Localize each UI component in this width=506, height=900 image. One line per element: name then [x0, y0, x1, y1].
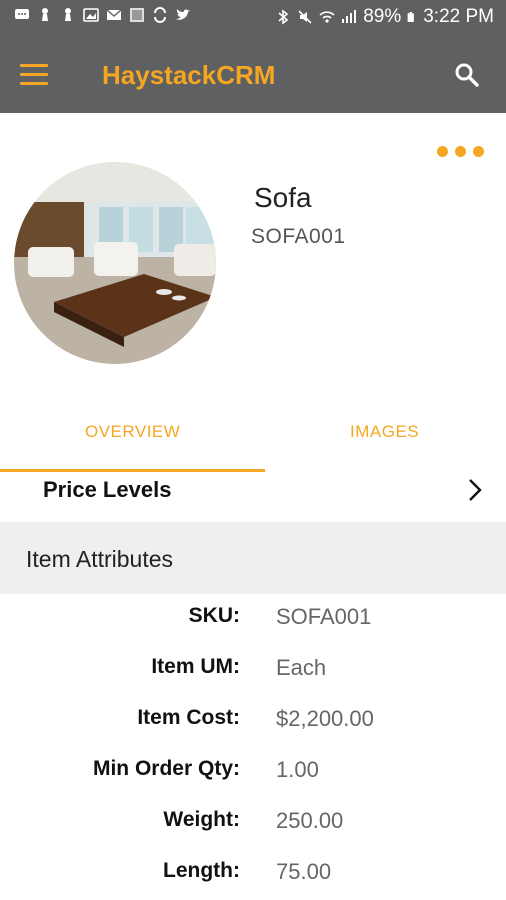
attribute-value: SOFA001 — [276, 604, 372, 629]
hamburger-menu-icon[interactable] — [20, 64, 48, 86]
pawn-icon — [65, 8, 71, 21]
bluetooth-icon — [278, 9, 289, 25]
chevron-right-icon — [469, 479, 482, 501]
item-attributes-header: Item Attributes — [0, 522, 506, 594]
app-title: HaystackCRM — [102, 60, 276, 90]
image-icon — [83, 8, 99, 22]
attribute-label: Weight: — [163, 808, 240, 831]
item-photo — [14, 162, 216, 364]
price-levels-label: Price Levels — [43, 477, 172, 502]
item-code: SOFA001 — [251, 225, 346, 248]
attribute-label: Item UM: — [151, 655, 240, 678]
attribute-row-item-cost: Item Cost: $2,200.00 — [0, 706, 506, 746]
sync-icon — [154, 7, 166, 23]
attribute-row-item-um: Item UM: Each — [0, 655, 506, 695]
attribute-label: Item Cost: — [137, 706, 240, 729]
battery-icon — [407, 12, 415, 22]
mail-icon — [106, 9, 122, 20]
attribute-value: 250.00 — [276, 808, 344, 833]
clock: 3:22 PM — [423, 6, 494, 27]
gallery-icon — [130, 8, 144, 22]
price-levels-row[interactable]: Price Levels — [0, 472, 506, 522]
mute-icon — [298, 10, 312, 24]
status-bar: 89% 3:22 PM — [0, 0, 506, 36]
item-name: Sofa — [254, 182, 312, 213]
tab-overview[interactable]: OVERVIEW — [85, 422, 180, 442]
attribute-value: $2,200.00 — [276, 706, 374, 731]
attribute-value: 75.00 — [276, 859, 332, 884]
message-icon — [15, 9, 29, 19]
system-status: 89% 3:22 PM — [275, 6, 494, 28]
search-icon[interactable] — [454, 62, 480, 88]
app-bar: HaystackCRM — [0, 36, 506, 113]
pawn-icon — [42, 8, 48, 21]
attribute-label: Length: — [163, 859, 240, 882]
notification-icons — [14, 7, 191, 23]
lte-signal-icon — [342, 10, 357, 23]
attribute-value: Each — [276, 655, 327, 680]
wifi-icon — [319, 11, 335, 23]
attribute-label: Min Order Qty: — [92, 757, 240, 780]
tab-images[interactable]: IMAGES — [350, 422, 419, 442]
battery-percentage: 89% — [363, 6, 402, 27]
twitter-icon — [176, 9, 190, 20]
attribute-row-sku: SKU: SOFA001 — [0, 604, 506, 644]
section-title: Item Attributes — [26, 546, 174, 572]
attribute-row-length: Length: 75.00 — [0, 859, 506, 899]
attribute-row-weight: Weight: 250.00 — [0, 808, 506, 848]
attribute-value: 1.00 — [276, 757, 319, 782]
attribute-row-min-order-qty: Min Order Qty: 1.00 — [0, 757, 506, 797]
attribute-label: SKU: — [188, 604, 240, 627]
more-options-icon[interactable] — [437, 146, 484, 157]
